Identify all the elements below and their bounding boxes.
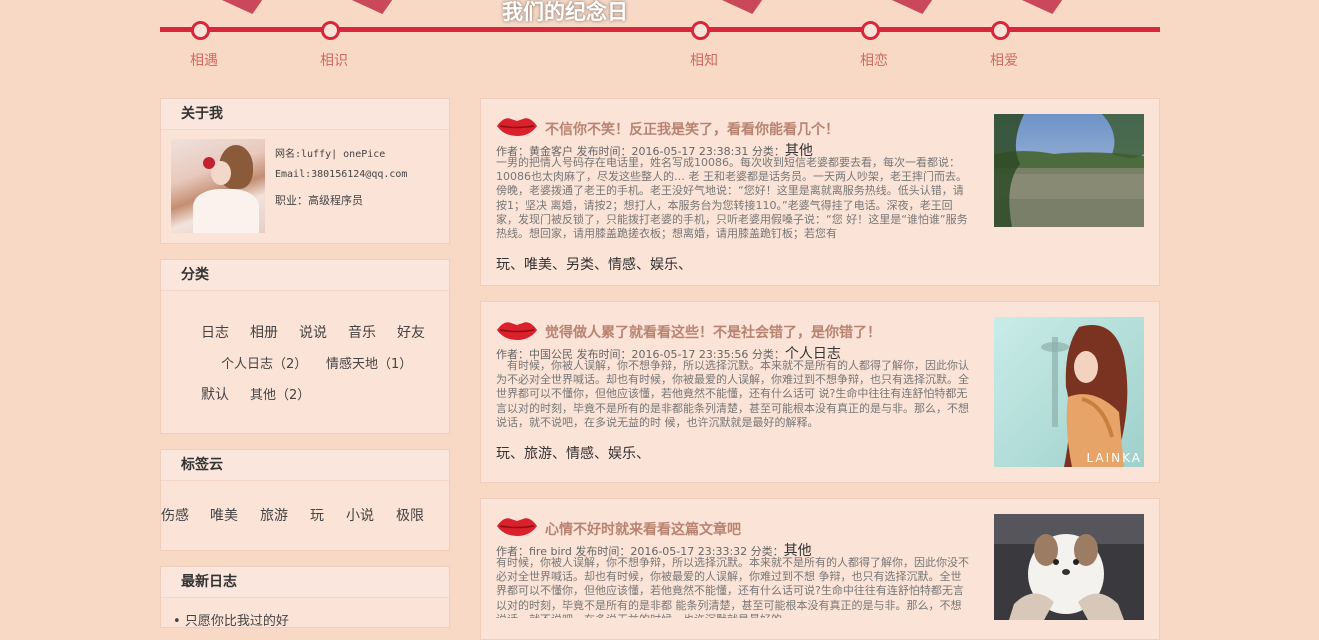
timeline-dot[interactable] — [691, 21, 710, 40]
category-item[interactable]: 日志 — [201, 322, 229, 342]
categories-panel: 分类 日志 相册 说说 音乐 好友 个人日志（2） 情感天地（1） 默认 其他（… — [160, 259, 450, 434]
recent-post-link[interactable]: • 只愿你比我过的好 — [173, 610, 289, 629]
category-item[interactable]: 情感天地（1） — [326, 353, 412, 372]
timeline-dot[interactable] — [991, 21, 1010, 40]
category-item[interactable]: 个人日志（2） — [221, 353, 307, 372]
timeline-label-know[interactable]: 相识 — [320, 50, 348, 70]
anniversary-timeline: 我们的纪念日 相遇 相识 相知 相恋 相爱 — [0, 0, 1319, 80]
arrow-flag-icon — [336, 0, 394, 14]
timeline-line — [160, 27, 1160, 32]
article-title-link[interactable]: 觉得做人累了就看看这些！不是社会错了，是你错了！ — [545, 322, 881, 342]
article-card: 不信你不笑！反正我是笑了，看看你能看几个！ 作者：黄金客户 发布时间：2016-… — [480, 98, 1160, 286]
tag-link[interactable]: 旅游 — [260, 505, 288, 525]
article-tags[interactable]: 玩、唯美、另类、情感、娱乐、 — [496, 254, 692, 274]
lips-icon — [497, 322, 537, 340]
tag-link[interactable]: 小说 — [346, 505, 374, 525]
tag-cloud-panel: 标签云 伤感 唯美 旅游 玩 小说 极限 — [160, 449, 450, 551]
timeline-label-love[interactable]: 相爱 — [990, 50, 1018, 70]
timeline-title: 我们的纪念日 — [502, 0, 628, 24]
article-excerpt: 有时候，你被人误解，你不想争辩，所以选择沉默。本来就不是所有的人都得了解你，因此… — [496, 556, 969, 618]
category-item[interactable]: 默认 — [201, 384, 229, 404]
article-excerpt: 有时候，你被人误解，你不想争辩，所以选择沉默。本来就不是所有的人都得了解你，因此… — [496, 359, 969, 429]
lips-icon — [497, 518, 537, 536]
bullet-icon: • — [173, 614, 181, 629]
article-thumbnail-lake[interactable] — [994, 114, 1144, 227]
arrow-flag-icon — [706, 0, 764, 14]
about-me-panel: 关于我 网名:luffy| onePice Email:380156124@qq… — [160, 98, 450, 244]
tag-link[interactable]: 伤感 — [161, 505, 189, 525]
tag-cloud-heading: 标签云 — [161, 450, 449, 481]
article-thumbnail-girl[interactable]: LAINKA — [994, 317, 1144, 467]
timeline-label-in-love[interactable]: 相恋 — [860, 50, 888, 70]
about-me-heading: 关于我 — [161, 99, 449, 130]
lips-icon — [497, 118, 537, 136]
article-thumbnail-puppy[interactable] — [994, 514, 1144, 620]
category-item[interactable]: 音乐 — [348, 322, 376, 342]
image-watermark: LAINKA — [1086, 451, 1142, 465]
tag-link[interactable]: 玩 — [310, 505, 324, 525]
article-excerpt: 一男的把情人号码存在电话里，姓名写成10086。每次收到短信老婆都要去看，每次一… — [496, 156, 968, 241]
avatar — [171, 139, 265, 233]
about-job: 职业：高级程序员 — [275, 194, 363, 207]
category-item[interactable]: 好友 — [397, 322, 425, 342]
about-email: Email:380156124@qq.com — [275, 169, 408, 180]
article-tags[interactable]: 玩、旅游、情感、娱乐、 — [496, 443, 650, 463]
category-item[interactable]: 相册 — [250, 322, 278, 342]
category-item[interactable]: 其他（2） — [250, 384, 310, 403]
timeline-dot[interactable] — [191, 21, 210, 40]
arrow-flag-icon — [206, 0, 264, 14]
timeline-label-understand[interactable]: 相知 — [690, 50, 718, 70]
about-nickname: 网名:luffy| onePice — [275, 149, 386, 160]
arrow-flag-icon — [876, 0, 934, 14]
recent-posts-heading: 最新日志 — [161, 567, 449, 598]
article-title-link[interactable]: 心情不好时就来看看这篇文章吧 — [545, 519, 741, 539]
arrow-flag-icon — [1006, 0, 1064, 14]
categories-heading: 分类 — [161, 260, 449, 291]
tag-link[interactable]: 极限 — [396, 505, 424, 525]
timeline-dot[interactable] — [321, 21, 340, 40]
tag-link[interactable]: 唯美 — [210, 505, 238, 525]
category-item[interactable]: 说说 — [299, 322, 327, 342]
timeline-label-meet[interactable]: 相遇 — [190, 50, 218, 70]
article-title-link[interactable]: 不信你不笑！反正我是笑了，看看你能看几个！ — [545, 119, 839, 139]
article-card: 觉得做人累了就看看这些！不是社会错了，是你错了！ 作者：中国公民 发布时间：20… — [480, 301, 1160, 483]
timeline-dot[interactable] — [861, 21, 880, 40]
